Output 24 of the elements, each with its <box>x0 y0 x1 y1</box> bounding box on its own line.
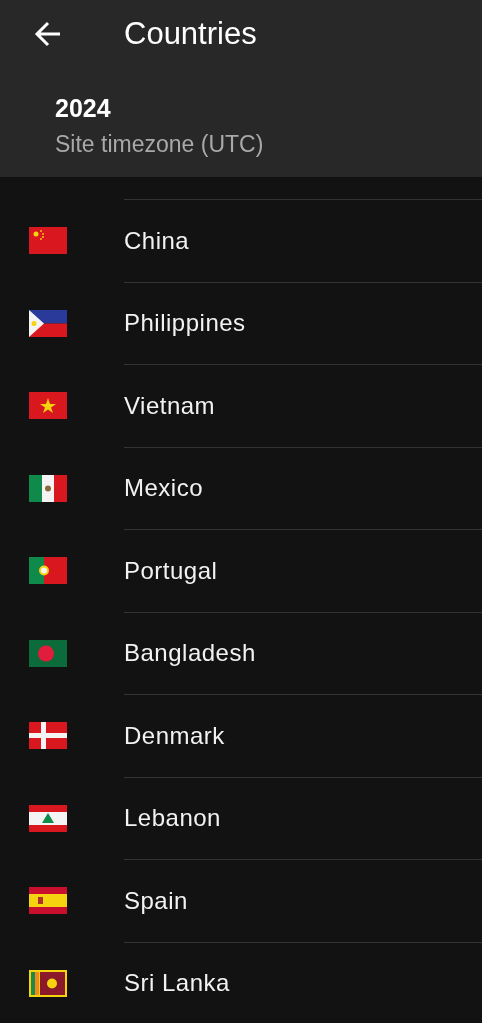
screen-title: Countries <box>124 16 257 52</box>
philippines-flag-icon <box>29 309 67 337</box>
vietnam-flag-icon <box>29 392 67 420</box>
mexico-flag-icon <box>29 474 67 502</box>
denmark-flag-icon <box>29 722 67 750</box>
country-list-item[interactable]: Spain <box>124 859 482 942</box>
country-list-item[interactable]: Lebanon <box>124 776 482 859</box>
portugal-flag-icon <box>29 557 67 585</box>
country-list-item[interactable]: Denmark <box>124 694 482 777</box>
country-list-item[interactable]: Vietnam <box>124 364 482 447</box>
country-list-item[interactable]: Portugal <box>124 529 482 612</box>
country-list-item[interactable]: China <box>124 199 482 282</box>
year-heading: 2024 <box>55 94 111 123</box>
lebanon-flag-icon <box>29 804 67 832</box>
timezone-subtitle: Site timezone (UTC) <box>55 131 264 158</box>
sri-lanka-flag-icon <box>29 969 67 997</box>
country-list-item[interactable]: Philippines <box>124 281 482 364</box>
back-arrow-icon[interactable] <box>33 19 63 49</box>
spain-flag-icon <box>29 887 67 915</box>
china-flag-icon <box>29 227 67 255</box>
country-list-item[interactable]: Mexico <box>124 446 482 529</box>
country-list-item[interactable]: Bangladesh <box>124 611 482 694</box>
bangladesh-flag-icon <box>29 639 67 667</box>
country-list-item[interactable]: Sri Lanka <box>124 941 482 1023</box>
